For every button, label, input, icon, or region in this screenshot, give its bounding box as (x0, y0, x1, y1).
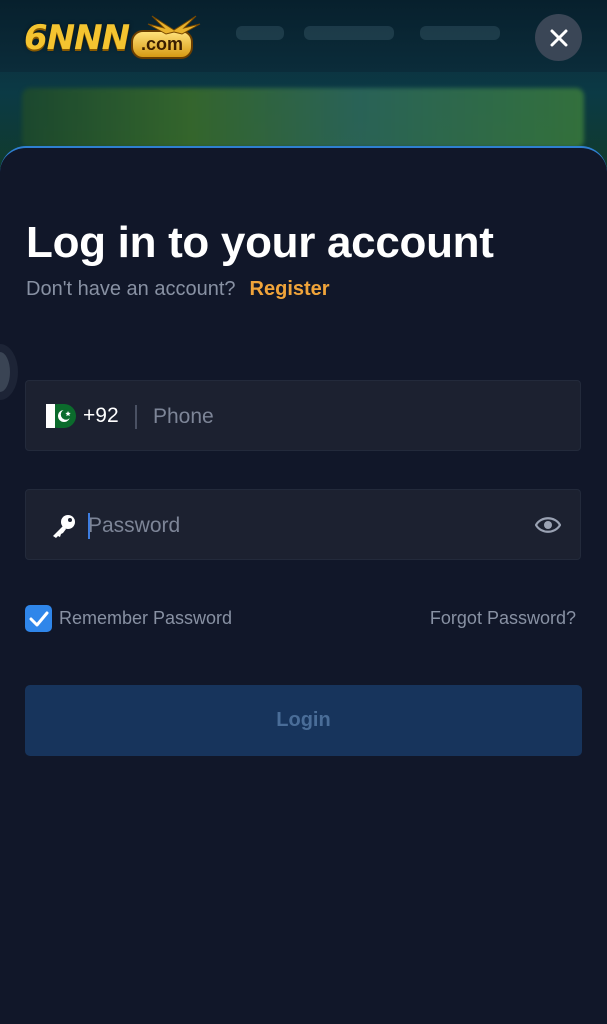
register-link[interactable]: Register (250, 278, 330, 300)
site-logo: 6NNN .com (24, 14, 214, 62)
phone-input[interactable] (153, 403, 553, 431)
background-nav-item (304, 26, 394, 40)
close-button[interactable] (535, 14, 582, 61)
page-title: Log in to your account (26, 218, 494, 267)
no-account-text: Don't have an account? (26, 278, 236, 300)
remember-password[interactable]: Remember Password (25, 605, 232, 632)
divider (135, 405, 137, 429)
register-prompt: Don't have an account? Register (26, 278, 330, 301)
key-icon (53, 515, 75, 538)
checkmark-icon (29, 611, 48, 626)
background-nav-item (236, 26, 284, 40)
pakistan-flag-icon[interactable] (46, 403, 76, 429)
close-icon (550, 29, 567, 46)
remember-label[interactable]: Remember Password (59, 608, 232, 629)
eye-icon[interactable] (535, 514, 561, 536)
country-code[interactable]: +92 (83, 404, 119, 428)
login-button[interactable]: Login (25, 685, 582, 756)
forgot-password-link[interactable]: Forgot Password? (430, 608, 576, 629)
eagle-icon (147, 15, 201, 35)
phone-field[interactable]: +92 (25, 380, 581, 451)
background-banner (22, 88, 584, 148)
background-nav-item (420, 26, 500, 40)
password-input[interactable] (88, 512, 508, 540)
remember-checkbox[interactable] (25, 605, 52, 632)
text-cursor (88, 513, 90, 539)
logo-brand: 6NNN (24, 18, 130, 58)
password-field[interactable] (25, 489, 581, 560)
